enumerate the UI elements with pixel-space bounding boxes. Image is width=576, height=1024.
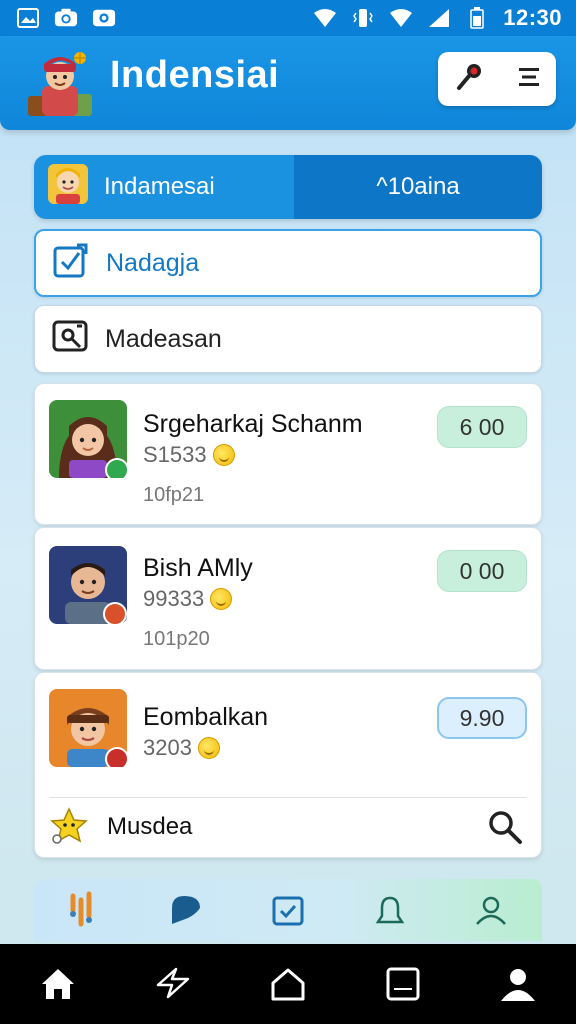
status-bar: 12:30 xyxy=(0,0,576,36)
system-nav-bar xyxy=(0,944,576,1024)
tab-10aina[interactable]: ^10aina xyxy=(294,155,542,219)
wifi-icon xyxy=(313,7,337,29)
status-left xyxy=(16,7,116,29)
avatar xyxy=(49,400,129,482)
score-value: 99333 xyxy=(143,586,205,611)
user-meta: 10fp21 xyxy=(143,484,205,506)
tab-indamesai[interactable]: Indamesai xyxy=(34,155,294,219)
list-item-madeasan[interactable]: Madeasan xyxy=(34,305,542,373)
footer-label: Musdea xyxy=(107,813,193,840)
home-outline-icon[interactable] xyxy=(266,962,310,1006)
app-bar: Indensiai xyxy=(0,36,576,130)
app-bar-actions xyxy=(438,52,556,106)
user-card[interactable]: Eombalkan 3203 9.90 Musdea xyxy=(34,672,542,858)
tab-label: Indamesai xyxy=(104,173,215,200)
chat-icon[interactable] xyxy=(162,886,210,934)
profile-icon[interactable] xyxy=(467,886,515,934)
trophy-icon[interactable] xyxy=(61,886,109,934)
menu-icon[interactable] xyxy=(517,65,541,94)
coin-icon xyxy=(212,444,235,466)
pin-icon[interactable] xyxy=(454,61,486,98)
score-value: S1533 xyxy=(143,442,207,467)
list-item-label: Madeasan xyxy=(105,324,222,353)
share-icon[interactable] xyxy=(151,962,195,1006)
coin-icon xyxy=(210,588,233,610)
user-name: Bish AMly xyxy=(143,554,253,582)
star-icon xyxy=(49,807,89,845)
avatar xyxy=(49,689,129,771)
bell-icon[interactable] xyxy=(366,886,414,934)
avatar xyxy=(49,546,127,626)
user-name: Eombalkan xyxy=(143,703,269,731)
camera-icon xyxy=(54,7,78,29)
person-icon[interactable] xyxy=(496,962,540,1006)
app-mascot-avatar xyxy=(22,46,98,122)
tab-label: ^10aina xyxy=(376,173,460,200)
list-item-label: Nadagja xyxy=(106,248,200,277)
image-icon xyxy=(16,7,40,29)
user-card[interactable]: Srgeharkaj Schanm S1533 10fp21 6 00 xyxy=(34,383,542,525)
user-card[interactable]: Bish AMly 99333 101p20 0 00 xyxy=(34,527,542,670)
signal-icon xyxy=(427,7,451,29)
amount-badge[interactable]: 6 00 xyxy=(437,406,527,448)
amount-badge[interactable]: 9.90 xyxy=(437,697,527,739)
photo-icon xyxy=(51,317,89,362)
divider xyxy=(49,797,527,798)
segmented-tabs: Indamesai ^10aina xyxy=(34,155,542,219)
home-icon[interactable] xyxy=(36,962,80,1006)
recents-icon[interactable] xyxy=(381,962,425,1006)
list-item-nadagja[interactable]: Nadagja xyxy=(34,229,542,297)
app-title: Indensiai xyxy=(110,54,280,96)
wifi-icon xyxy=(389,7,413,29)
status-right: 12:30 xyxy=(313,5,562,31)
user-meta: 101p20 xyxy=(143,628,210,650)
edit-checkbox-icon xyxy=(52,241,90,286)
user-score: 3203 xyxy=(143,735,220,761)
avatar-icon xyxy=(46,162,90,213)
clock: 12:30 xyxy=(503,5,562,30)
user-name: Srgeharkaj Schanm xyxy=(143,410,363,438)
video-icon xyxy=(92,7,116,29)
search-icon[interactable] xyxy=(487,809,523,845)
bottom-tab-bar xyxy=(34,879,542,941)
battery-icon xyxy=(465,7,489,29)
amount-badge[interactable]: 0 00 xyxy=(437,550,527,592)
score-value: 3203 xyxy=(143,735,192,760)
coin-icon xyxy=(197,737,220,759)
calendar-check-icon[interactable] xyxy=(264,886,312,934)
user-score: 99333 xyxy=(143,586,233,612)
user-score: S1533 xyxy=(143,442,235,468)
vibrate-icon xyxy=(351,7,375,29)
